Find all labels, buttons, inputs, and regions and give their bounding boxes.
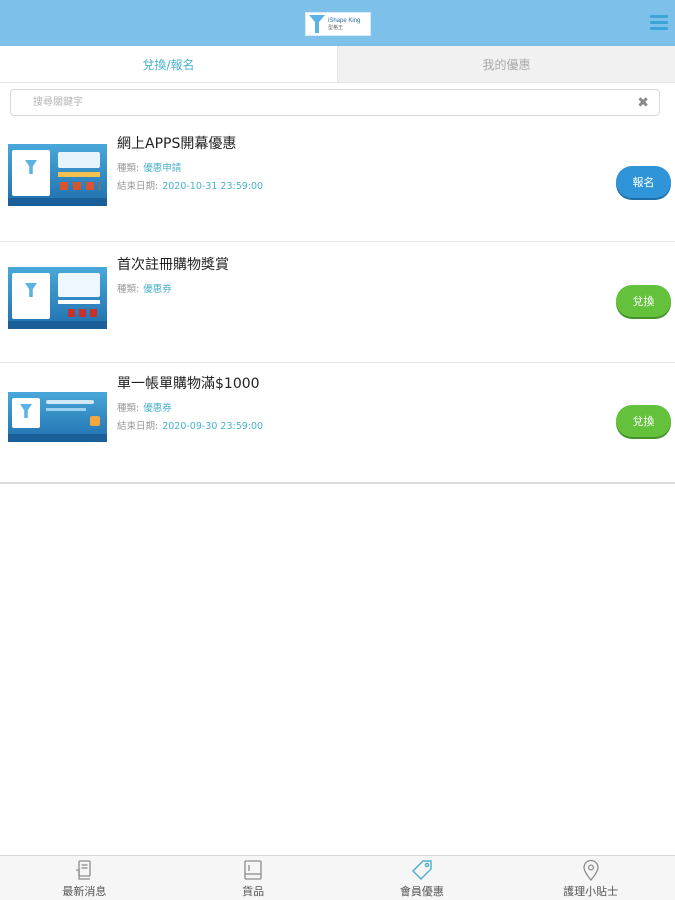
register-button[interactable]: 報名 xyxy=(616,166,671,198)
type-label: 種類: xyxy=(117,163,140,174)
type-value: 優惠券 xyxy=(143,403,172,414)
type-value: 優惠申請 xyxy=(143,163,182,174)
logo-text: iShape King xyxy=(328,17,361,24)
type-label: 種類: xyxy=(117,403,140,414)
type-label: 種類: xyxy=(117,284,140,295)
offer-thumbnail[interactable] xyxy=(8,144,107,206)
news-icon xyxy=(76,860,92,880)
nav-item-news[interactable]: 最新消息 xyxy=(0,856,169,900)
end-date-value: 2020-10-31 23:59:00 xyxy=(162,181,264,192)
tab-redeem-register[interactable]: 兌換/報名 xyxy=(0,46,337,83)
nav-item-care-tips[interactable]: 護理小貼士 xyxy=(506,856,675,900)
tab-bar: 兌換/報名 我的優惠 xyxy=(0,46,675,83)
search-input[interactable] xyxy=(11,90,611,115)
nav-label: 最新消息 xyxy=(62,885,107,898)
clear-icon[interactable]: ✖ xyxy=(637,94,649,112)
list-item: 單一帳單購物滿$1000 種類: 優惠券 結束日期: 2020-09-30 23:5… xyxy=(0,363,675,484)
offer-title: 首次註冊購物獎賞 xyxy=(117,257,229,273)
location-pin-icon xyxy=(582,859,599,881)
offer-type: 種類: 優惠券 xyxy=(117,400,263,418)
product-icon xyxy=(244,860,262,880)
end-date-label: 結束日期: xyxy=(117,421,159,432)
nav-label: 貨品 xyxy=(242,885,265,898)
bottom-nav: 最新消息 貨品 會員優惠 護理小貼士 xyxy=(0,855,675,900)
tag-icon xyxy=(411,860,432,880)
offer-title: 單一帳單購物滿$1000 xyxy=(117,376,260,392)
logo-icon xyxy=(309,15,325,33)
type-value: 優惠券 xyxy=(143,284,172,295)
offer-type: 種類: 優惠券 xyxy=(117,281,229,299)
offer-end-date: 結束日期: 2020-10-31 23:59:00 xyxy=(117,178,263,196)
nav-label: 會員優惠 xyxy=(399,885,444,898)
offer-list: 網上APPS開幕優惠 種類: 優惠申請 結束日期: 2020-10-31 23:59… xyxy=(0,121,675,484)
tab-my-offers[interactable]: 我的優惠 xyxy=(337,46,675,83)
offer-end-date: 結束日期: 2020-09-30 23:59:00 xyxy=(117,418,263,436)
tab-label: 兌換/報名 xyxy=(142,57,195,72)
app-header: iShape King 型格王 xyxy=(0,0,675,46)
search-bar: ✖ xyxy=(10,89,660,116)
end-date-label: 結束日期: xyxy=(117,181,159,192)
offer-type: 種類: 優惠申請 xyxy=(117,160,263,178)
offer-thumbnail[interactable] xyxy=(8,392,107,442)
nav-item-products[interactable]: 貨品 xyxy=(169,856,338,900)
list-item: 網上APPS開幕優惠 種類: 優惠申請 結束日期: 2020-10-31 23:59… xyxy=(0,121,675,242)
list-item: 首次註冊購物獎賞 種類: 優惠券 兌換 xyxy=(0,242,675,363)
logo-subtext: 型格王 xyxy=(328,24,344,31)
nav-label: 護理小貼士 xyxy=(563,885,619,898)
end-date-value: 2020-09-30 23:59:00 xyxy=(162,421,264,432)
tab-label: 我的優惠 xyxy=(482,57,531,72)
redeem-button[interactable]: 兌換 xyxy=(616,285,671,317)
brand-logo[interactable]: iShape King 型格王 xyxy=(305,12,371,36)
offer-thumbnail[interactable] xyxy=(8,267,107,329)
offer-title: 網上APPS開幕優惠 xyxy=(117,136,237,152)
nav-item-member-offers[interactable]: 會員優惠 xyxy=(338,856,507,900)
hamburger-menu-icon[interactable] xyxy=(650,15,668,30)
redeem-button[interactable]: 兌換 xyxy=(616,405,671,437)
